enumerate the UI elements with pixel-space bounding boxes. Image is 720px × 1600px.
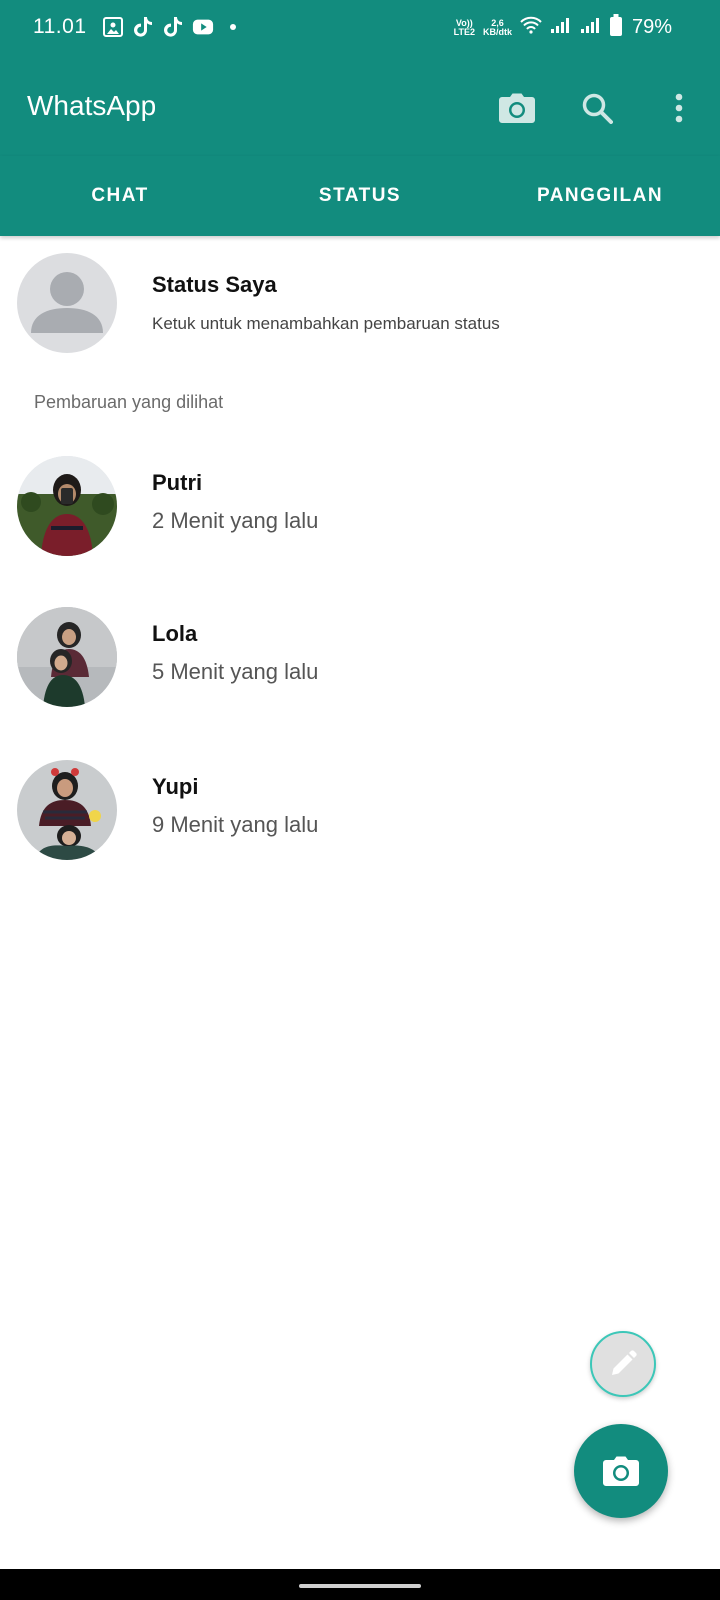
camera-icon xyxy=(603,1456,639,1486)
battery-icon xyxy=(609,14,622,41)
tab-bar: CHAT STATUS PANGGILAN xyxy=(0,156,720,236)
app-bar: WhatsApp xyxy=(0,56,720,156)
volte-indicator: Vo)) LTE2 xyxy=(453,17,475,37)
contact-avatar xyxy=(17,760,117,860)
tab-chat-label: CHAT xyxy=(91,185,149,206)
status-update-item[interactable]: Yupi 9 Menit yang lalu xyxy=(0,760,720,880)
battery-percent: 79% xyxy=(631,16,672,38)
my-status-row[interactable]: Status Saya Ketuk untuk menambahkan pemb… xyxy=(0,236,720,370)
update-time: 2 Menit yang lalu xyxy=(152,508,319,533)
tab-status[interactable]: STATUS xyxy=(240,156,480,236)
dot-icon xyxy=(222,16,244,38)
my-status-title: Status Saya xyxy=(152,272,277,297)
system-nav-bar xyxy=(0,1569,720,1600)
camera-icon[interactable] xyxy=(495,86,539,130)
status-update-item[interactable]: Lola 5 Menit yang lalu xyxy=(0,607,720,727)
notification-icons xyxy=(102,16,244,38)
signal-icon xyxy=(580,16,602,39)
network-speed: 2,6 KB/dtk xyxy=(482,17,512,37)
home-gesture-handle[interactable] xyxy=(299,1584,421,1588)
tab-panggilan[interactable]: PANGGILAN xyxy=(480,156,720,236)
status-time: 11.01 xyxy=(33,15,87,38)
text-status-button[interactable] xyxy=(590,1331,656,1397)
tab-status-label: STATUS xyxy=(318,185,402,206)
contact-name: Putri xyxy=(152,470,203,495)
more-options-icon[interactable] xyxy=(657,86,701,130)
gallery-icon xyxy=(102,16,124,38)
contact-avatar xyxy=(17,456,117,556)
contact-name: Yupi xyxy=(152,774,199,799)
update-time: 9 Menit yang lalu xyxy=(152,812,319,837)
youtube-icon xyxy=(192,16,214,38)
status-update-item[interactable]: Putri 2 Menit yang lalu xyxy=(0,456,720,576)
tiktok-icon xyxy=(132,16,154,38)
camera-status-button[interactable] xyxy=(574,1424,668,1518)
wifi-icon xyxy=(520,16,542,39)
pencil-icon xyxy=(612,1350,637,1375)
default-avatar-icon xyxy=(31,272,103,333)
tab-chat[interactable]: CHAT xyxy=(0,156,240,236)
search-icon[interactable] xyxy=(575,86,619,130)
contact-avatar xyxy=(17,607,117,707)
signal-icon xyxy=(550,16,572,39)
contact-name: Lola xyxy=(152,621,198,646)
update-time: 5 Menit yang lalu xyxy=(152,659,319,684)
viewed-updates-header: Pembaruan yang dilihat xyxy=(34,392,224,412)
tab-panggilan-label: PANGGILAN xyxy=(536,185,664,206)
my-status-subtitle: Ketuk untuk menambahkan pembaruan status xyxy=(152,314,500,333)
status-bar: 11.01 Vo)) LTE2 2,6 KB/dtk 79% xyxy=(0,0,720,56)
app-title: WhatsApp xyxy=(27,90,157,121)
my-avatar xyxy=(17,253,117,353)
tiktok-icon xyxy=(162,16,184,38)
